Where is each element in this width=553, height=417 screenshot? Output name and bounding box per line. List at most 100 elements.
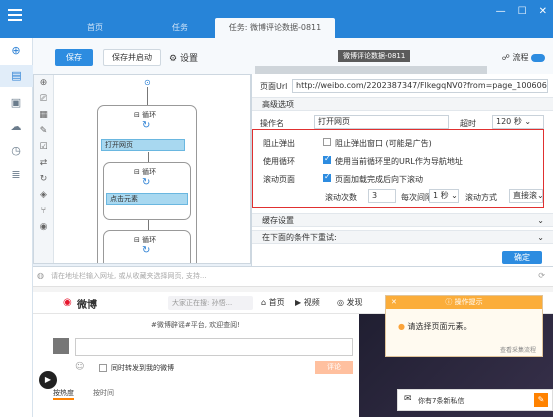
- op-name-input[interactable]: 打开网页: [314, 115, 449, 129]
- cloud-icon[interactable]: ☁: [8, 120, 24, 134]
- tab-home[interactable]: 首页: [70, 18, 120, 38]
- flow-toolbox: ⊕ ⎚ ▦ ✎ ☑ ⇄ ↻ ◈ ⑂ ◉: [34, 75, 54, 263]
- scroll-option: 页面加载完成后向下滚动: [335, 175, 423, 184]
- topic-link[interactable]: #微博辟谣#平台, 欢迎查阅!: [151, 320, 240, 330]
- start-node: ⊙: [144, 78, 151, 87]
- verify-icon[interactable]: ☑: [34, 139, 53, 155]
- maximize-icon[interactable]: ☐: [518, 6, 527, 17]
- retry-conditions-header[interactable]: 在下面的条件下重试: ⌄: [252, 230, 553, 244]
- use-loop-option: 使用当前循环里的URL作为导航地址: [335, 157, 463, 166]
- loop-tool-icon[interactable]: ↻: [34, 171, 53, 187]
- branch-icon[interactable]: ⑂: [34, 203, 53, 219]
- add-icon[interactable]: ⊕: [8, 44, 24, 58]
- loop-icon: ↻: [142, 120, 151, 131]
- nav-home[interactable]: ⌂ 首页: [261, 297, 285, 308]
- popup-header: ✕ ⓘ 操作提示: [386, 296, 542, 309]
- scroll-count-label: 滚动次数: [325, 193, 357, 202]
- extract-icon[interactable]: ▦: [34, 107, 53, 123]
- refresh-icon[interactable]: ⟳: [538, 271, 545, 280]
- briefcase-icon[interactable]: ▣: [8, 96, 24, 110]
- emoji-icon[interactable]: ☺: [75, 362, 84, 372]
- loop-inner-2[interactable]: ⊟ 循环 ↻: [103, 230, 191, 263]
- menu-icon[interactable]: [8, 9, 22, 21]
- nav-video[interactable]: ▶ 视频: [295, 297, 320, 308]
- chat-icon[interactable]: ✎: [534, 393, 548, 407]
- block-popup-checkbox[interactable]: [323, 138, 331, 146]
- flow-icon: ☍: [501, 53, 510, 62]
- close-icon[interactable]: ✕: [391, 296, 397, 309]
- popup-message: ● 请选择页面元素。: [398, 322, 472, 331]
- weibo-logo-icon: ◉: [63, 297, 72, 308]
- play-button-icon[interactable]: ▶: [39, 371, 57, 389]
- view-flow-link[interactable]: 查看采集流程: [500, 345, 536, 354]
- mouse-icon[interactable]: ⎚: [34, 91, 53, 107]
- step-open-page[interactable]: 打开网页: [101, 139, 185, 151]
- timeout-select[interactable]: 120 秒 ⌄: [492, 115, 544, 129]
- interval-select[interactable]: 1 秒 ⌄: [429, 189, 459, 203]
- chevron-down-icon: ⌄: [537, 233, 544, 242]
- scroll-checkbox[interactable]: [323, 172, 331, 182]
- input-icon[interactable]: ✎: [34, 123, 53, 139]
- loop-inner-2-label: ⊟ 循环: [134, 236, 157, 244]
- sort-time-tab[interactable]: 按时间: [93, 388, 114, 398]
- minimize-icon[interactable]: —: [496, 6, 506, 17]
- editor-toolbar: 保存 保存并启动 ⚙ 设置 微博评论数据-0811 ☍ 流程: [33, 38, 553, 75]
- address-input[interactable]: 请在地址栏输入网址, 或从收藏夹选择网页, 支持...: [51, 271, 351, 281]
- connector: [148, 220, 149, 230]
- page-url-label: 页面Url: [260, 82, 288, 91]
- tab-tasks[interactable]: 任务: [160, 18, 200, 38]
- globe-icon[interactable]: ⊕: [34, 75, 53, 91]
- scroll-mode-label: 滚动方式: [465, 193, 497, 202]
- use-loop-checkbox[interactable]: [323, 154, 331, 164]
- loop-icon: ↻: [142, 245, 151, 256]
- comment-button[interactable]: 评论: [315, 361, 353, 374]
- loop-icon: ↻: [142, 177, 151, 188]
- layers-icon[interactable]: ≣: [8, 168, 24, 182]
- info-icon: ⓘ: [445, 298, 453, 306]
- share-label: 同时转发到我的微博: [111, 364, 174, 372]
- loop-outer[interactable]: ⊟ 循环 ↻ 打开网页 ⊟ 循环 ↻ 点击元素 ⊟ 循环 ↻: [97, 105, 197, 263]
- chevron-down-icon: ⌄: [537, 216, 544, 225]
- window-controls: — ☐ ✕: [496, 6, 547, 17]
- confirm-button[interactable]: 确定: [502, 251, 542, 264]
- highlighted-options-box: 阻止弹出 阻止弹出窗口 (可能是广告) 使用循环 使用当前循环里的URL作为导航…: [252, 129, 544, 208]
- condition-icon[interactable]: ◈: [34, 187, 53, 203]
- properties-panel: 页面Url http://weibo.com/2202387347/Flkegq…: [251, 74, 553, 266]
- cache-settings-header[interactable]: 缓存设置 ⌄: [252, 213, 553, 227]
- weibo-search-input[interactable]: 大家正在搜: 孙悟...: [168, 296, 253, 310]
- settings-button[interactable]: ⚙ 设置: [169, 51, 198, 64]
- loop-inner-1[interactable]: ⊟ 循环 ↻ 点击元素: [103, 162, 191, 220]
- title-bar: 首页 任务 任务: 微博评论数据-0811 — ☐ ✕: [0, 0, 553, 38]
- globe-icon: ◍: [37, 271, 44, 280]
- scroll-count-input[interactable]: 3: [368, 189, 396, 203]
- address-bar: ◍ 请在地址栏输入网址, 或从收藏夹选择网页, 支持... ⟳: [33, 267, 553, 287]
- scroll-label: 滚动页面: [263, 175, 295, 184]
- clock-icon[interactable]: ◷: [8, 144, 24, 158]
- nav-discover[interactable]: ◎ 发现: [337, 297, 363, 308]
- flow-toggle[interactable]: ☍ 流程: [502, 52, 545, 63]
- message-icon: ✉: [404, 394, 412, 404]
- step-click-element[interactable]: 点击元素: [106, 193, 188, 205]
- advanced-options-header[interactable]: 高级选项: [252, 97, 553, 111]
- tab-current-task[interactable]: 任务: 微博评论数据-0811: [215, 18, 335, 38]
- private-message-bar[interactable]: ✉ 你有7条新私信 ✎: [397, 389, 553, 411]
- connector: [148, 152, 149, 162]
- close-icon[interactable]: ✕: [539, 6, 547, 17]
- sort-hot-tab[interactable]: 按热度: [53, 388, 74, 400]
- block-popup-option: 阻止弹出窗口 (可能是广告): [335, 139, 432, 148]
- left-sidebar: ⊕ ▤ ▣ ☁ ◷ ≣: [0, 38, 33, 417]
- scroll-mode-select[interactable]: 直接滚⌄: [509, 189, 543, 203]
- block-popup-label: 阻止弹出: [263, 139, 295, 148]
- save-button[interactable]: 保存: [55, 49, 93, 66]
- flow-switch[interactable]: [531, 53, 545, 62]
- page-url-input[interactable]: http://weibo.com/2202387347/FlkegqNV0?fr…: [292, 79, 548, 93]
- share-checkbox[interactable]: [99, 364, 107, 372]
- op-name-label: 操作名: [260, 119, 284, 128]
- save-start-button[interactable]: 保存并启动: [103, 49, 161, 66]
- switch-icon[interactable]: ⇄: [34, 155, 53, 171]
- end-icon[interactable]: ◉: [34, 219, 53, 235]
- gear-icon: ⚙: [169, 54, 178, 64]
- document-icon[interactable]: ▤: [0, 65, 33, 87]
- comment-input[interactable]: [75, 338, 353, 356]
- connector: [147, 87, 148, 105]
